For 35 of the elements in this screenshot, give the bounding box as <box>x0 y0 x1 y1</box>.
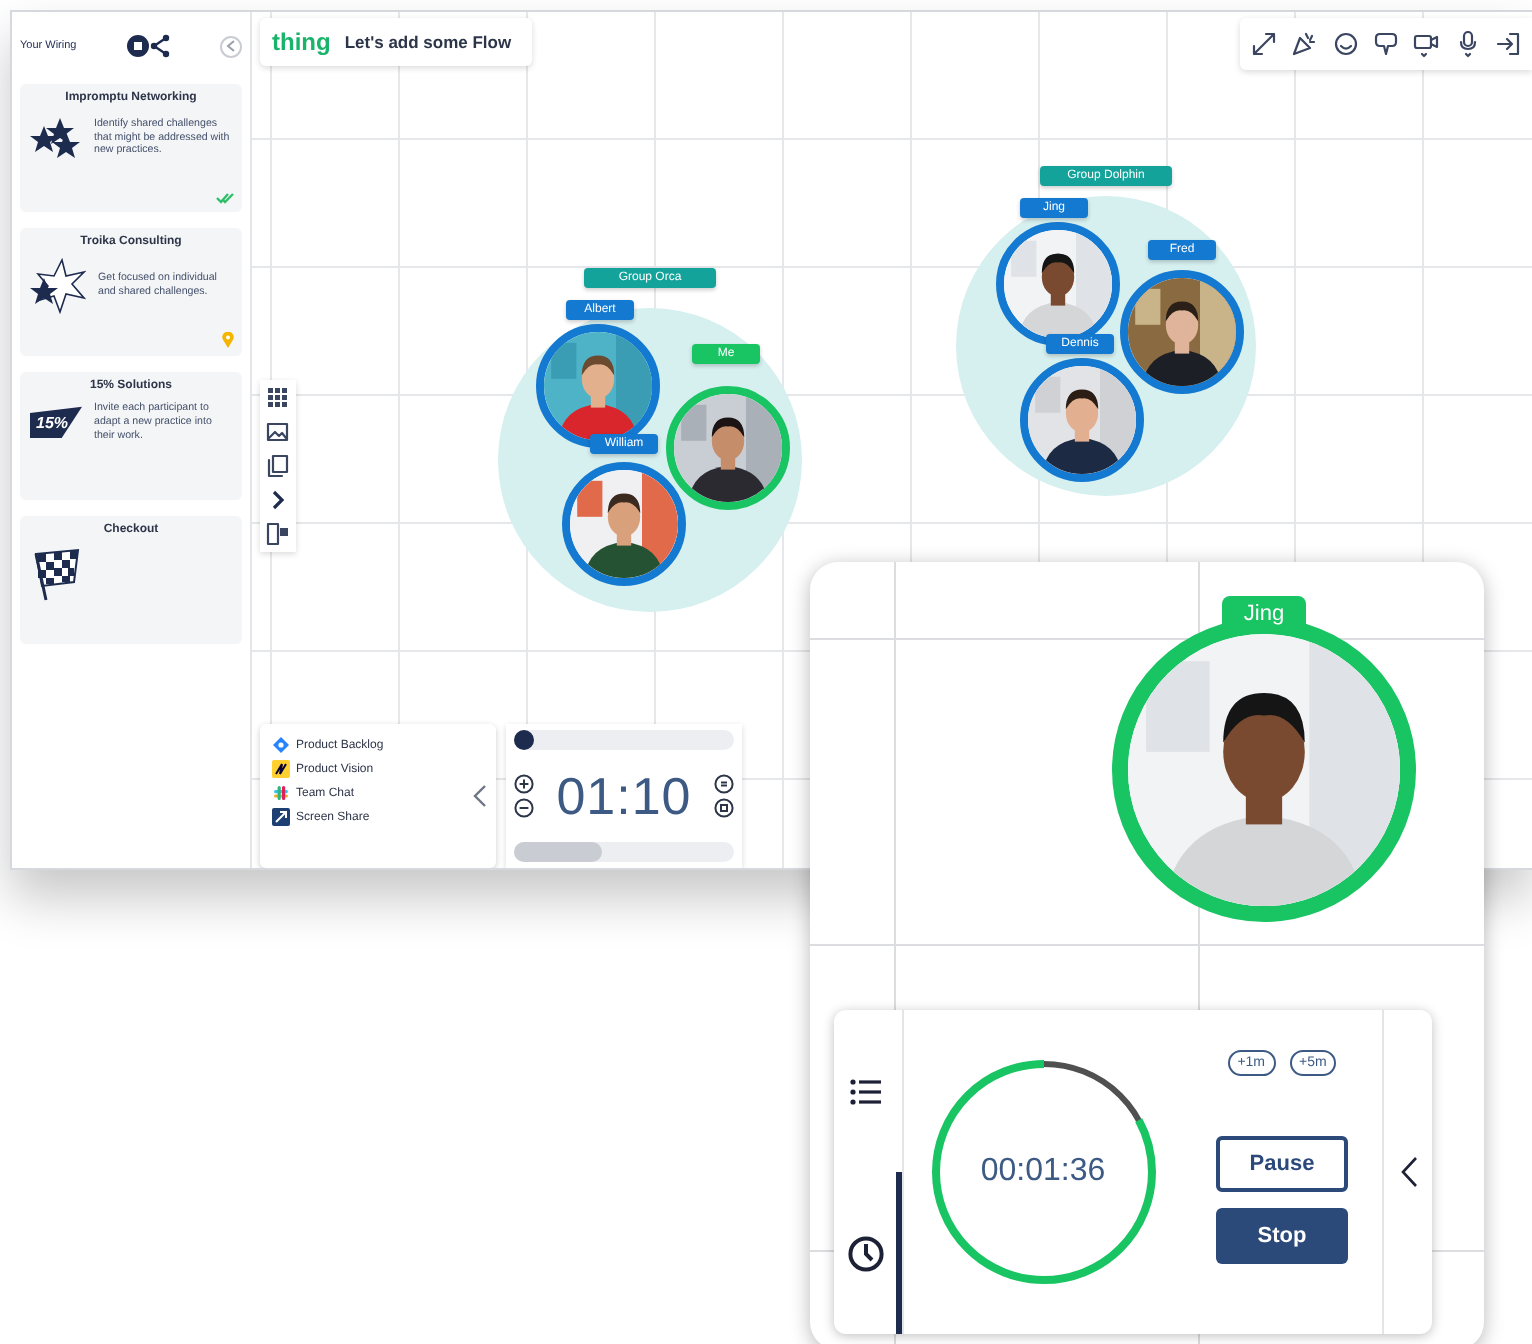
timer-button[interactable]: Pause <box>1216 1136 1348 1192</box>
flow-title: Let's add some Flow <box>344 32 512 52</box>
party-popper-icon[interactable] <box>1290 30 1319 58</box>
video-camera-icon[interactable] <box>1412 30 1441 58</box>
brand-logo: thing <box>272 28 331 56</box>
board-icon <box>272 760 290 778</box>
stop-circle-icon[interactable] <box>713 798 734 818</box>
collapse-button[interactable] <box>219 35 242 57</box>
timer-display: 01:10 <box>556 765 692 827</box>
chevron-left-icon <box>225 40 236 52</box>
list-icon <box>849 1077 881 1105</box>
pennant-flag: 15% <box>30 406 82 439</box>
grid-icon[interactable] <box>266 386 290 410</box>
expand-icon[interactable] <box>1250 30 1279 58</box>
layout-icon[interactable] <box>266 522 290 546</box>
hash-icon <box>272 784 290 802</box>
screen-share-icon <box>272 808 290 826</box>
plus-circle-icon[interactable] <box>514 774 534 794</box>
pause-circle-icon[interactable] <box>713 774 734 794</box>
minus-circle-icon[interactable] <box>514 798 534 818</box>
slider-thumb[interactable] <box>514 730 534 750</box>
share-icon <box>126 34 171 58</box>
clock-icon <box>847 1235 883 1271</box>
smiley-icon[interactable] <box>1331 30 1360 58</box>
speech-bubble-icon[interactable] <box>1371 30 1400 58</box>
star-burst-icon <box>30 258 86 314</box>
chevron-left-icon[interactable] <box>1399 1156 1417 1188</box>
copy-icon[interactable] <box>266 454 290 478</box>
exit-icon[interactable] <box>1493 30 1522 58</box>
image-icon[interactable] <box>266 420 290 444</box>
timer-display: 00:01:36 <box>980 1154 1106 1190</box>
stars-icon <box>30 114 82 162</box>
checkered-flag-icon <box>30 546 82 602</box>
timer-button[interactable]: Stop <box>1216 1208 1348 1264</box>
diamond-icon <box>272 736 290 754</box>
